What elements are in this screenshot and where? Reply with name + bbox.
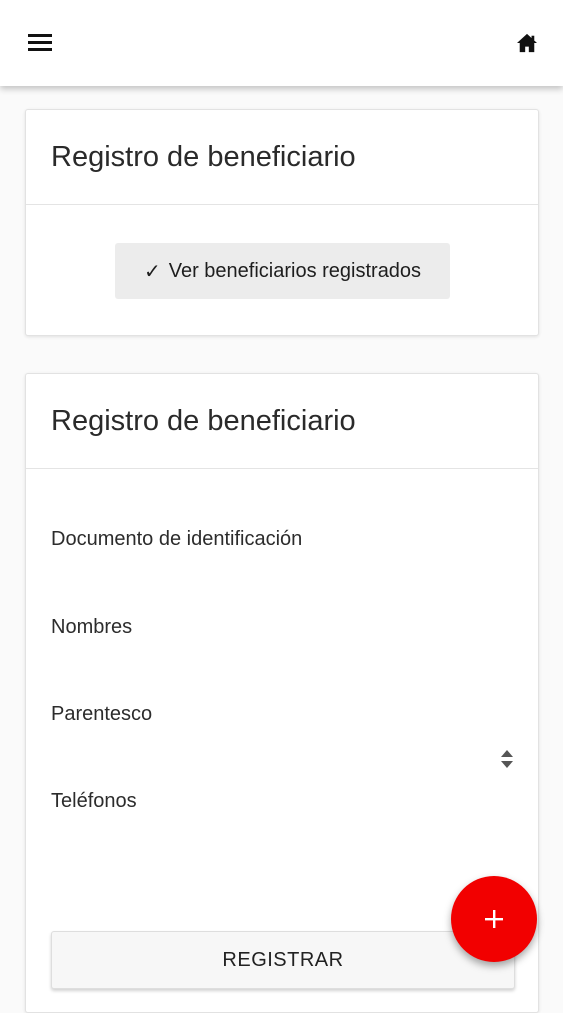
hamburger-menu-icon[interactable] [28,34,52,52]
home-icon[interactable] [516,33,538,53]
names-field[interactable]: Nombres [51,602,513,652]
add-fab-button[interactable] [451,876,537,962]
document-id-field[interactable]: Documento de identificación [51,514,513,564]
select-arrows-icon[interactable] [500,749,514,769]
view-registered-beneficiaries-button[interactable]: ✓ Ver beneficiarios registrados [115,243,450,299]
card-title: Registro de beneficiario [51,140,356,173]
relationship-label: Parentesco [51,703,153,725]
names-label: Nombres [51,616,133,638]
card-header: Registro de beneficiario [26,374,538,469]
relationship-select[interactable]: Parentesco [51,689,513,739]
document-id-label: Documento de identificación [51,528,303,550]
card-header: Registro de beneficiario [26,110,538,205]
phones-label: Teléfonos [51,790,137,812]
register-button[interactable]: REGISTRAR [51,931,515,989]
view-button-label: Ver beneficiarios registrados [168,259,422,282]
beneficiary-list-card: Registro de beneficiario ✓ Ver beneficia… [25,109,539,336]
phones-field[interactable]: Teléfonos [51,776,513,826]
card-title: Registro de beneficiario [51,404,356,437]
plus-icon [485,910,503,928]
check-icon: ✓ [143,260,161,283]
app-bar [0,0,563,86]
